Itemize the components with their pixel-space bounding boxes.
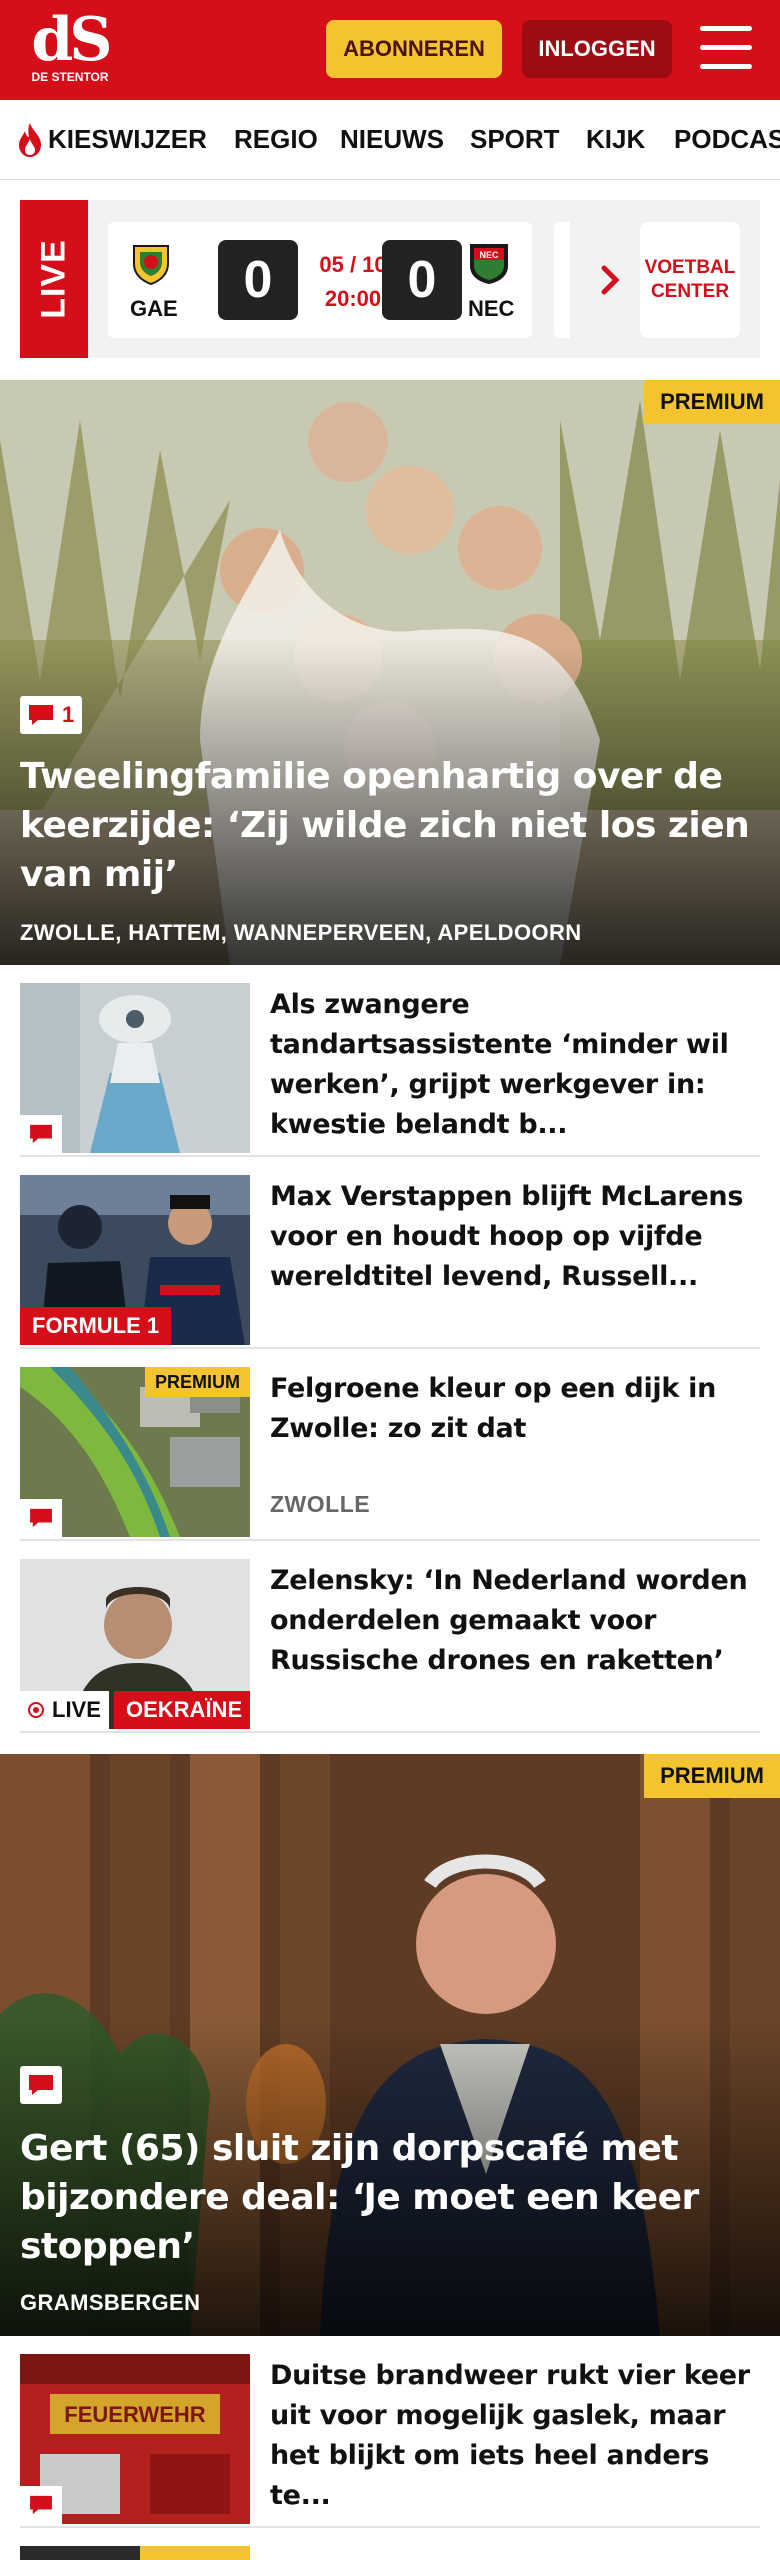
chevron-right-icon[interactable] [590, 260, 630, 300]
hero-2-location: GRAMSBERGEN [20, 2290, 201, 2315]
premium-badge: PREMIUM [644, 380, 780, 424]
hero-article-2[interactable]: PREMIUM Gert (65) sluit zijn dorpscafé m… [0, 1754, 780, 2336]
article-item[interactable]: FEUERWEHR Duitse brandweer rukt vier kee… [20, 2336, 760, 2528]
away-score: 0 [382, 240, 462, 320]
live-tab: LIVE [20, 200, 88, 358]
home-team-code: GAE [130, 296, 178, 321]
voetbal-center-label-1: VOETBAL [644, 257, 736, 278]
premium-badge: PREMIUM [145, 1367, 250, 1397]
article-item[interactable]: PREMIUM Felgroene kleur op een dijk in Z… [20, 1349, 760, 1541]
nav-item-nieuws[interactable]: NIEUWS [340, 124, 444, 155]
match-card[interactable]: GAE 0 05 / 10 20:00 0 NEC NEC [108, 222, 532, 338]
logo-mark: dS [31, 5, 112, 75]
article-location: ZWOLLE [270, 1491, 371, 1517]
comment-icon [30, 1508, 52, 1528]
nav-item-regio[interactable]: REGIO [234, 124, 318, 155]
comment-icon [29, 705, 53, 725]
flame-icon [19, 123, 41, 157]
hero-1-location: ZWOLLE, HATTEM, WANNEPERVEEN, APELDOORN [20, 920, 582, 945]
site-header: dS DE STENTOR ABONNEREN INLOGGEN [0, 0, 780, 100]
nav-item-kijk[interactable]: KIJK [586, 124, 645, 155]
main-nav: KIESWIJZER REGIO NIEUWS SPORT KIJK PODCA… [0, 100, 780, 180]
article-thumbnail[interactable]: LIVE OEKRAÏNE [20, 1559, 250, 1729]
article-title[interactable]: Felgroene kleur op een dijk in Zwolle: z… [270, 1369, 760, 1449]
nav-item-podcast[interactable]: PODCAS [674, 124, 780, 155]
nav-item-sport[interactable]: SPORT [470, 124, 560, 155]
article-title[interactable]: Max Verstappen blijft McLarens voor en h… [270, 1177, 760, 1297]
article-thumbnail[interactable]: FORMULE 1 [20, 1175, 250, 1345]
category-tag[interactable]: OEKRAÏNE [114, 1691, 250, 1729]
svg-text:NEC: NEC [479, 250, 499, 260]
site-logo[interactable]: dS DE STENTOR [30, 5, 112, 88]
article-item[interactable]: FORMULE 1 Max Verstappen blijft McLarens… [20, 1157, 760, 1349]
article-item[interactable]: LIVE OEKRAÏNE Zelensky: ‘In Nederland wo… [20, 1541, 760, 1733]
comment-icon [30, 1124, 52, 1144]
premium-badge: PREMIUM [644, 1754, 780, 1798]
live-scoreboard: LIVE GAE 0 05 / 10 20:00 0 NEC NEC VOETB… [20, 200, 760, 358]
nec-crest-icon: NEC [470, 244, 508, 284]
comment-badge[interactable] [20, 1499, 62, 1537]
gae-crest-icon [133, 245, 169, 286]
login-button[interactable]: INLOGGEN [522, 20, 672, 78]
article-title[interactable]: Als zwangere tandartsassistente ‘minder … [270, 985, 760, 1145]
comment-badge[interactable] [20, 2486, 62, 2524]
article-title[interactable]: Zelensky: ‘In Nederland worden onderdele… [270, 1561, 760, 1681]
article-thumbnail[interactable]: PREMIUM [20, 1367, 250, 1537]
away-team-code: NEC [468, 296, 515, 321]
article-title[interactable]: Duitse brandweer rukt vier keer uit voor… [270, 2356, 760, 2516]
category-tag[interactable]: FORMULE 1 [20, 1307, 172, 1345]
next-match-card-stub[interactable] [554, 222, 570, 338]
nav-item-kieswijzer[interactable]: KIESWIJZER [48, 124, 207, 155]
article-item[interactable]: Als zwangere tandartsassistente ‘minder … [20, 965, 760, 1157]
comment-badge[interactable] [20, 2066, 62, 2104]
voetbal-center-link[interactable]: VOETBAL CENTER [640, 222, 740, 338]
subscribe-button[interactable]: ABONNEREN [326, 20, 502, 78]
hero-2-title[interactable]: Gert (65) sluit zijn dorpscafé met bijzo… [20, 2124, 760, 2271]
article-thumbnail[interactable]: FEUERWEHR [20, 2354, 250, 2524]
home-score: 0 [218, 240, 298, 320]
hero-article-1[interactable]: PREMIUM 1 Tweelingfamilie openhartig ove… [0, 380, 780, 965]
voetbal-center-label-2: CENTER [650, 281, 730, 302]
live-tag[interactable]: LIVE [20, 1691, 109, 1729]
hero-1-title[interactable]: Tweelingfamilie openhartig over de keerz… [20, 752, 760, 899]
comment-badge[interactable] [20, 1115, 62, 1153]
svg-text:FEUERWEHR: FEUERWEHR [64, 2402, 205, 2427]
menu-icon[interactable] [700, 26, 752, 70]
logo-subtitle: DE STENTOR [31, 70, 109, 84]
live-label: LIVE [52, 1697, 101, 1722]
comment-icon [29, 2075, 53, 2095]
comment-count: 1 [62, 702, 75, 727]
comment-icon [30, 2495, 52, 2515]
next-article-thumbnail[interactable] [20, 2546, 250, 2560]
article-thumbnail[interactable] [20, 983, 250, 1153]
live-dot-icon [28, 1702, 44, 1718]
comment-count-badge[interactable]: 1 [20, 696, 83, 734]
